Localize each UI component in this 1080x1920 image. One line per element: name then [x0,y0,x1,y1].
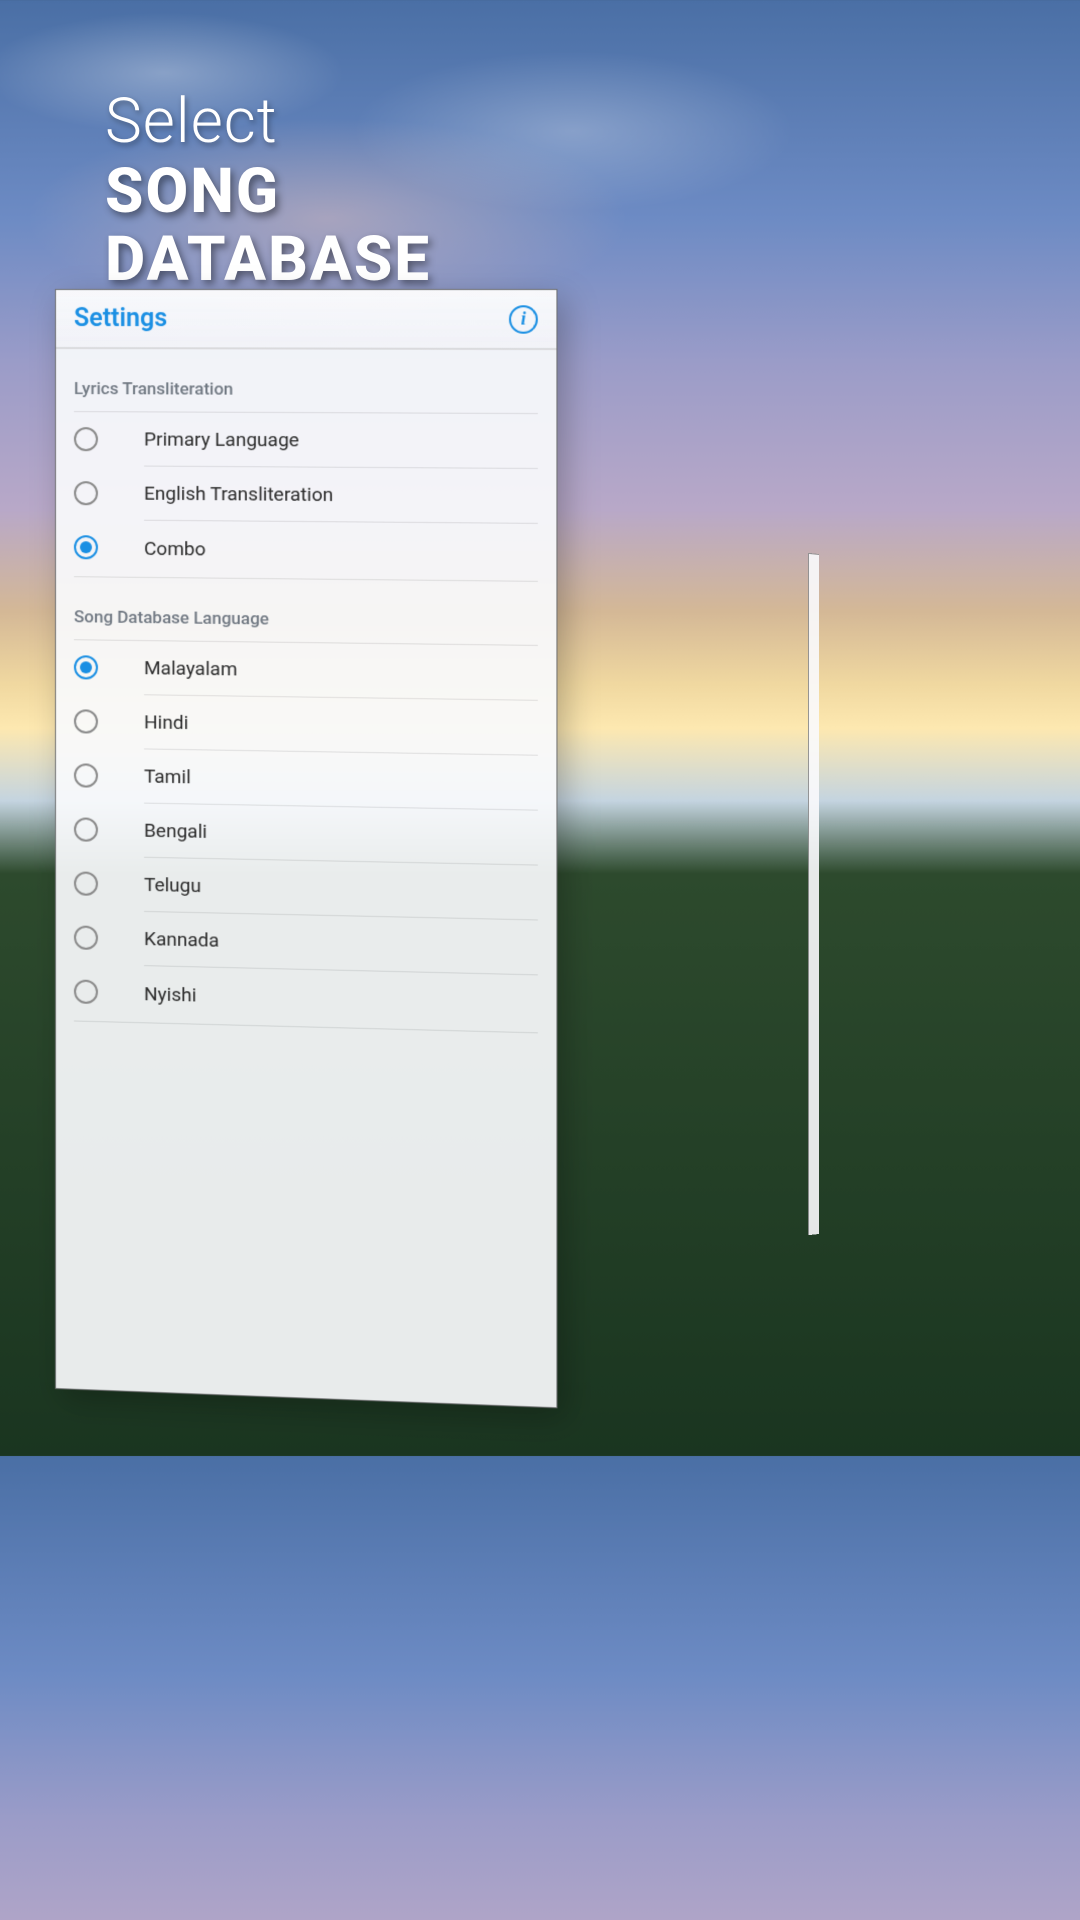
option-label: Malayalam [144,656,538,701]
option-label: Hindi [144,710,538,755]
transliteration-option[interactable]: English Transliteration [74,466,538,524]
radio-icon[interactable] [74,481,98,505]
radio-icon[interactable] [74,817,98,841]
database-option[interactable]: Hindi [74,694,538,755]
database-option[interactable]: Nyishi [74,964,538,1030]
radio-icon[interactable] [74,925,98,950]
title-line-3: DATABASE [105,226,431,294]
option-label: Nyishi [144,982,538,1030]
database-option[interactable]: Malayalam [74,640,538,701]
info-icon[interactable]: i [509,305,538,333]
option-label: Combo [144,536,538,578]
transliteration-option[interactable]: Combo [74,520,538,579]
radio-icon[interactable] [74,979,98,1004]
option-label: Primary Language [144,427,538,469]
settings-title: Settings [74,304,167,333]
database-option[interactable]: Bengali [74,802,538,865]
radio-icon[interactable] [74,871,98,896]
radio-icon[interactable] [74,427,98,451]
database-section: Song Database Language Malayalam Hindi Tam… [56,577,556,1034]
title-line-2: SONG [105,158,431,226]
radio-icon[interactable] [74,763,98,787]
database-option[interactable]: Telugu [74,856,538,920]
title-line-1: Select [105,85,431,158]
transliteration-section-title: Lyrics Transliteration [74,349,538,414]
radio-icon[interactable] [74,709,98,733]
option-label: Tamil [144,764,538,810]
promo-title: Select SONG DATABASE [105,85,431,294]
radio-icon[interactable] [74,655,98,679]
info-glyph: i [521,308,526,329]
database-section-title: Song Database Language [74,577,538,646]
settings-header: Settings i [56,290,556,350]
database-option[interactable]: Kannada [74,910,538,975]
option-label: English Transliteration [144,482,538,524]
settings-panel: Settings i Lyrics Transliteration Primar… [55,289,557,1408]
radio-icon[interactable] [74,535,98,559]
transliteration-option[interactable]: Primary Language [74,412,538,469]
transliteration-section: Lyrics Transliteration Primary Language E… [56,349,556,582]
secondary-panel-edge [808,553,819,1235]
option-label: Bengali [144,819,538,866]
database-option[interactable]: Tamil [74,748,538,810]
